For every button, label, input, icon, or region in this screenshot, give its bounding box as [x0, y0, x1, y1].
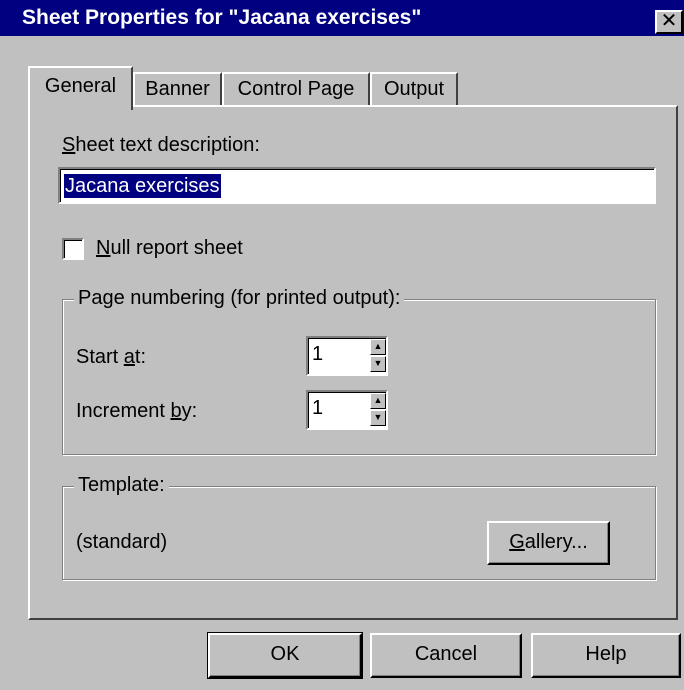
page-numbering-legend: Page numbering (for printed output): — [74, 287, 405, 310]
tab-output-label: Output — [383, 78, 445, 100]
ok-label: OK — [270, 643, 300, 665]
description-label-mnemonic: S — [62, 134, 76, 156]
increment-by-value: 1 — [312, 397, 324, 419]
increment-by-spinner[interactable]: 1 ▲ ▼ — [306, 390, 388, 430]
null-report-label[interactable]: Null report sheet — [96, 237, 243, 260]
start-at-down-button[interactable]: ▼ — [370, 356, 386, 372]
description-label: Sheet text description: — [62, 134, 260, 157]
spin-down-icon: ▼ — [373, 412, 383, 422]
help-label: Help — [585, 643, 627, 665]
null-report-checkbox[interactable] — [62, 238, 84, 260]
tab-output[interactable]: Output — [370, 72, 458, 106]
ok-button[interactable]: OK — [207, 632, 363, 679]
start-at-label: Start at: — [76, 346, 146, 369]
start-at-value: 1 — [312, 343, 324, 365]
tab-control-page[interactable]: Control Page — [222, 72, 370, 106]
null-report-mnemonic: N — [96, 237, 111, 259]
description-input[interactable]: Jacana exercises — [58, 167, 656, 204]
gallery-button[interactable]: Gallery... — [487, 521, 610, 565]
spin-up-icon: ▲ — [373, 341, 383, 351]
help-button[interactable]: Help — [531, 633, 681, 678]
increment-by-up-button[interactable]: ▲ — [370, 393, 386, 409]
start-at-label-mnemonic: a — [123, 346, 135, 368]
tab-banner-label: Banner — [145, 78, 210, 100]
increment-by-label-pre: Increment — [76, 400, 171, 422]
start-at-label-post: t: — [134, 346, 147, 368]
tab-control-page-label: Control Page — [237, 78, 355, 100]
increment-by-label-mnemonic: b — [170, 400, 182, 422]
spin-down-icon: ▼ — [373, 358, 383, 368]
start-at-label-pre: Start — [76, 346, 124, 368]
null-report-rest: ull report sheet — [110, 237, 243, 259]
tab-general-label: General — [44, 75, 117, 97]
gallery-mnemonic: G — [509, 531, 525, 553]
window-title: Sheet Properties for "Jacana exercises" — [22, 6, 422, 29]
template-value: (standard) — [76, 531, 168, 553]
increment-by-down-button[interactable]: ▼ — [370, 410, 386, 426]
start-at-spinner[interactable]: 1 ▲ ▼ — [306, 336, 388, 376]
tab-general[interactable]: General — [28, 66, 133, 110]
close-icon: ✕ — [660, 10, 678, 32]
title-bar[interactable]: Sheet Properties for "Jacana exercises" … — [0, 0, 684, 36]
start-at-up-button[interactable]: ▲ — [370, 339, 386, 355]
tab-banner[interactable]: Banner — [133, 72, 222, 106]
increment-by-label-post: y: — [181, 400, 198, 422]
page-numbering-group — [62, 299, 656, 455]
gallery-rest: allery... — [524, 531, 588, 553]
cancel-label: Cancel — [414, 643, 478, 665]
cancel-button[interactable]: Cancel — [370, 633, 522, 678]
close-button[interactable]: ✕ — [655, 10, 683, 34]
sheet-properties-dialog: Sheet Properties for "Jacana exercises" … — [0, 0, 684, 690]
increment-by-label: Increment by: — [76, 400, 197, 423]
spin-up-icon: ▲ — [373, 395, 383, 405]
description-value: Jacana exercises — [64, 174, 221, 198]
description-label-rest: heet text description: — [75, 134, 260, 156]
template-legend: Template: — [74, 474, 169, 497]
